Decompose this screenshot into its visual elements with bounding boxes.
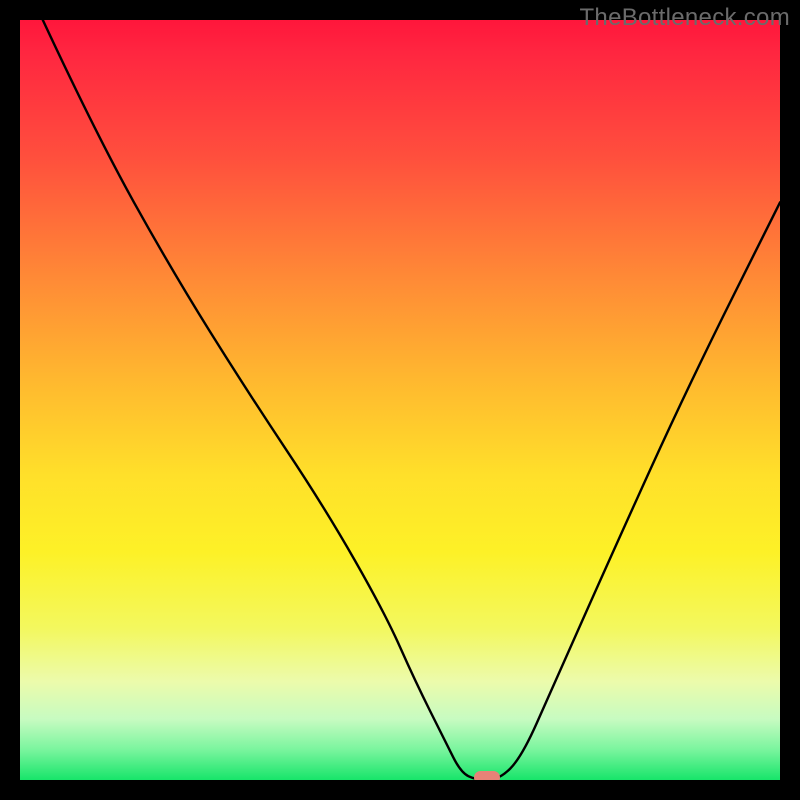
bottleneck-curve xyxy=(20,20,780,780)
chart-frame: TheBottleneck.com xyxy=(0,0,800,800)
optimal-marker xyxy=(474,771,500,780)
watermark-text: TheBottleneck.com xyxy=(579,4,790,32)
plot-area xyxy=(20,20,780,780)
